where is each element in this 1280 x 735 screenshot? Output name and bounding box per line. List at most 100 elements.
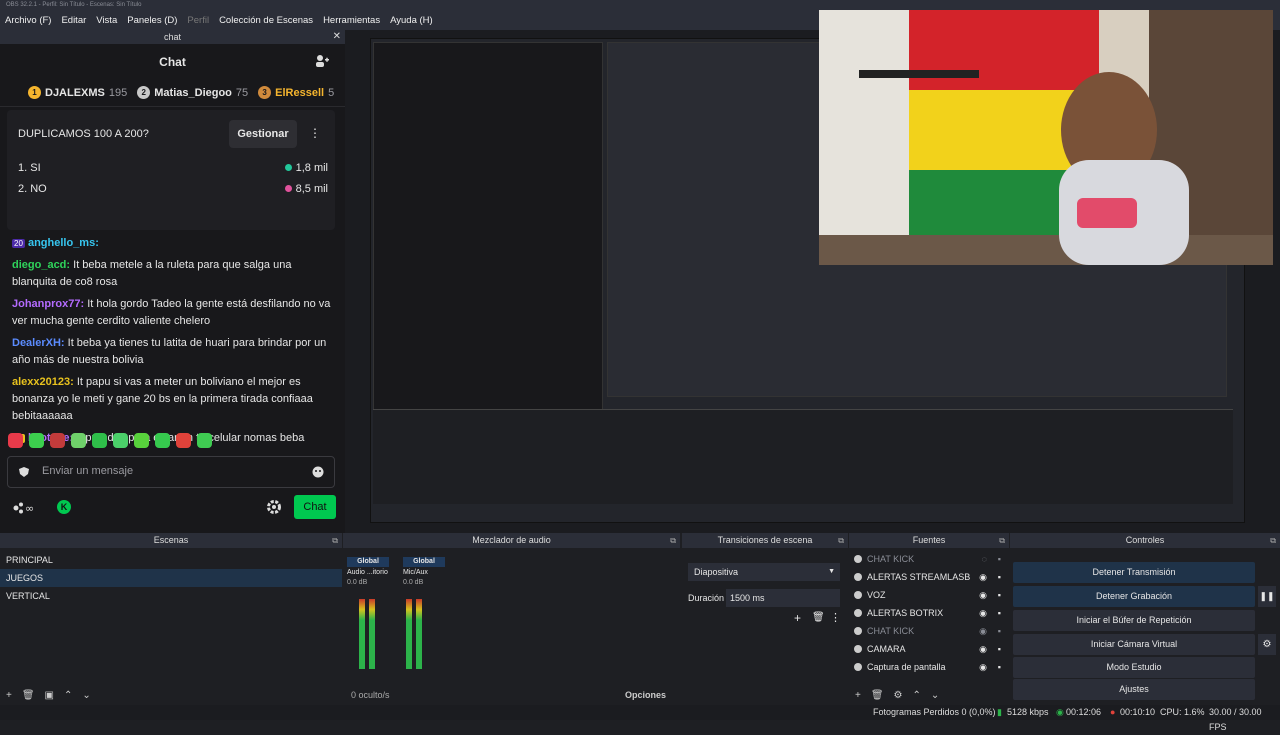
lock-icon[interactable]: ▪ xyxy=(998,550,1001,568)
replay-buffer-button[interactable]: Iniciar el Búfer de Repetición xyxy=(1013,610,1255,631)
scene-item-juegos[interactable]: JUEGOS xyxy=(0,569,342,587)
shield-icon[interactable] xyxy=(18,466,30,478)
close-icon[interactable]: ✕ xyxy=(333,30,341,44)
menu-coleccion[interactable]: Colección de Escenas xyxy=(214,15,318,26)
send-chat-button[interactable]: Chat xyxy=(294,495,336,519)
poll-manage-button[interactable]: Gestionar xyxy=(229,120,297,148)
scene-item-principal[interactable]: PRINCIPAL xyxy=(0,551,342,569)
more-vertical-icon[interactable]: ⋮ xyxy=(830,611,841,624)
chat-username[interactable]: anghello_ms: xyxy=(28,237,99,249)
poll-option: 2. NO 8,5 mil xyxy=(18,183,328,195)
stop-recording-button[interactable]: Detener Grabación xyxy=(1013,586,1255,607)
pin-icon[interactable]: ⧉ xyxy=(332,533,338,548)
volume-meter[interactable] xyxy=(406,599,412,669)
trash-icon[interactable]: 🗑 xyxy=(871,690,884,701)
emote-icon[interactable] xyxy=(29,433,44,448)
eye-icon[interactable]: ◉ xyxy=(979,568,987,586)
eye-icon[interactable]: ◉ xyxy=(979,640,987,658)
gear-icon[interactable]: ⚙ xyxy=(1258,634,1276,655)
move-up-icon[interactable]: ⌃ xyxy=(913,690,921,701)
menu-editar[interactable]: Editar xyxy=(56,15,91,26)
lock-icon[interactable]: ▪ xyxy=(998,640,1001,658)
lock-icon[interactable]: ▪ xyxy=(998,586,1001,604)
source-item[interactable]: VOZ ◉ ▪ xyxy=(849,586,1009,604)
menu-herramientas[interactable]: Herramientas xyxy=(318,15,385,26)
eye-icon[interactable]: ◉ xyxy=(979,586,987,604)
add-icon[interactable]: + xyxy=(6,690,12,701)
leaderboard-entry[interactable]: 3 ElRessell 5 xyxy=(258,86,334,99)
points-icon[interactable]: ∞ xyxy=(12,501,42,515)
move-up-icon[interactable]: ⌃ xyxy=(64,690,72,701)
lock-icon[interactable]: ▪ xyxy=(998,658,1001,676)
channel-source[interactable]: Mic/Aux xyxy=(403,567,445,579)
chat-input[interactable]: Enviar un mensaje xyxy=(7,456,335,488)
source-item[interactable]: Captura de pantalla ◉ ▪ xyxy=(849,658,1009,676)
emote-icon[interactable] xyxy=(92,433,107,448)
kick-logo-icon[interactable]: K xyxy=(57,500,71,514)
eye-icon[interactable]: ◉ xyxy=(979,622,987,640)
lock-icon[interactable]: ▪ xyxy=(998,622,1001,640)
emote-icon[interactable] xyxy=(197,433,212,448)
gear-icon[interactable] xyxy=(266,499,282,515)
signal-icon: ▮ xyxy=(997,707,1002,717)
pin-icon[interactable]: ⧉ xyxy=(999,533,1005,548)
virtual-camera-button[interactable]: Iniciar Cámara Virtual xyxy=(1013,634,1255,655)
pin-icon[interactable]: ⧉ xyxy=(1270,533,1276,548)
chat-username[interactable]: alexx20123: xyxy=(12,376,74,388)
eye-icon[interactable]: ◉ xyxy=(979,604,987,622)
trash-icon[interactable]: 🗑 xyxy=(22,690,35,701)
chat-username[interactable]: diego_acd: xyxy=(12,259,70,271)
eye-icon[interactable]: ◉ xyxy=(979,658,987,676)
duration-input[interactable]: 1500 ms xyxy=(726,589,840,607)
chat-message: diego_acd: It beba metele a la ruleta pa… xyxy=(12,257,333,291)
filter-icon[interactable]: ▣ xyxy=(45,690,54,701)
menu-vista[interactable]: Vista xyxy=(91,15,122,26)
source-item[interactable]: CAMARA ◉ ▪ xyxy=(849,640,1009,658)
volume-meter[interactable] xyxy=(369,599,375,669)
emote-icon[interactable] xyxy=(155,433,170,448)
leaderboard-entry[interactable]: 1 DJALEXMS 195 xyxy=(28,86,127,99)
lock-icon[interactable]: ▪ xyxy=(998,568,1001,586)
chat-username[interactable]: DealerXH: xyxy=(12,337,65,349)
volume-meter[interactable] xyxy=(416,599,422,669)
emote-icon[interactable] xyxy=(134,433,149,448)
mixer-options-button[interactable]: Opciones xyxy=(625,690,666,700)
menu-archivo[interactable]: Archivo (F) xyxy=(0,15,56,26)
more-vertical-icon[interactable]: ⋮ xyxy=(309,126,321,140)
settings-button[interactable]: Ajustes xyxy=(1013,679,1255,700)
source-item[interactable]: CHAT KICK ◌ ▪ xyxy=(849,550,1009,568)
pause-icon[interactable]: ❚❚ xyxy=(1258,586,1276,607)
move-down-icon[interactable]: ⌄ xyxy=(931,690,939,701)
emoji-icon[interactable] xyxy=(312,466,324,478)
volume-meter[interactable] xyxy=(359,599,365,669)
stop-streaming-button[interactable]: Detener Transmisión xyxy=(1013,562,1255,583)
menu-ayuda[interactable]: Ayuda (H) xyxy=(385,15,438,26)
emote-icon[interactable] xyxy=(50,433,65,448)
emote-icon[interactable] xyxy=(8,433,23,448)
emote-icon[interactable] xyxy=(71,433,86,448)
eye-off-icon[interactable]: ◌ xyxy=(982,550,987,568)
source-item[interactable]: ALERTAS STREAMLASB ◉ ▪ xyxy=(849,568,1009,586)
pin-icon[interactable]: ⧉ xyxy=(838,533,844,548)
add-icon[interactable]: + xyxy=(794,611,801,625)
menu-perfil[interactable]: Perfil xyxy=(182,15,214,26)
emote-icon[interactable] xyxy=(113,433,128,448)
source-item[interactable]: ALERTAS BOTRIX ◉ ▪ xyxy=(849,604,1009,622)
users-icon[interactable] xyxy=(315,54,329,68)
trash-icon[interactable]: 🗑 xyxy=(812,612,825,623)
rank-badge: 2 xyxy=(137,86,151,99)
channel-source[interactable]: Audio ...itorio xyxy=(347,567,389,579)
pin-icon[interactable]: ⧉ xyxy=(670,533,676,548)
transition-select[interactable]: Diapositiva ▼ xyxy=(688,563,840,581)
studio-mode-button[interactable]: Modo Estudio xyxy=(1013,657,1255,678)
move-down-icon[interactable]: ⌄ xyxy=(82,690,90,701)
menu-paneles[interactable]: Paneles (D) xyxy=(122,15,182,26)
leaderboard-entry[interactable]: 2 Matias_Diegoo 75 xyxy=(137,86,248,99)
add-icon[interactable]: + xyxy=(855,690,861,701)
lock-icon[interactable]: ▪ xyxy=(998,604,1001,622)
scene-item-vertical[interactable]: VERTICAL xyxy=(0,587,342,605)
gear-icon[interactable]: ⚙ xyxy=(894,690,903,701)
emote-icon[interactable] xyxy=(176,433,191,448)
chat-username[interactable]: Johanprox77: xyxy=(12,298,84,310)
source-item[interactable]: CHAT KICK ◉ ▪ xyxy=(849,622,1009,640)
